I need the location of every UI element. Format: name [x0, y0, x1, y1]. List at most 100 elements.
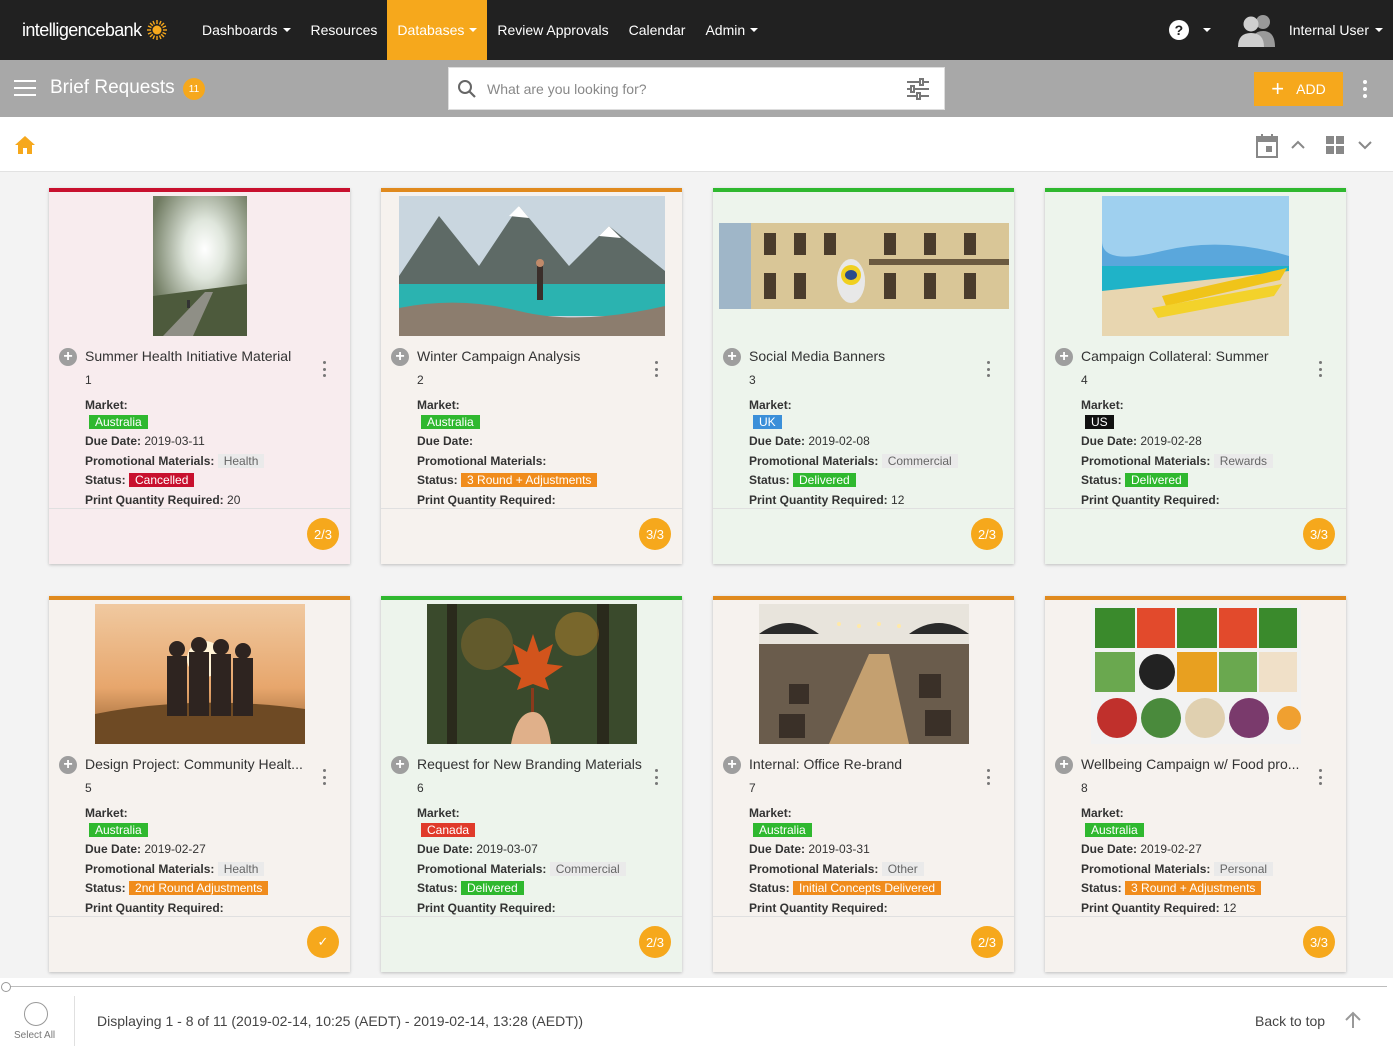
- card-more-icon[interactable]: [653, 769, 659, 785]
- more-vertical-icon[interactable]: [1362, 80, 1368, 98]
- card-more-icon[interactable]: [985, 361, 991, 377]
- field-label: Print Quantity Required:: [1081, 492, 1220, 507]
- card-title[interactable]: Social Media Banners: [749, 348, 985, 364]
- card-title[interactable]: Winter Campaign Analysis: [417, 348, 653, 364]
- search-icon[interactable]: [457, 79, 477, 99]
- market-tag: Australia: [753, 822, 812, 837]
- brief-card[interactable]: + Wellbeing Campaign w/ Food pro... 8 Marke…: [1045, 596, 1346, 972]
- chevron-down-icon[interactable]: [1357, 137, 1373, 153]
- card-more-icon[interactable]: [321, 361, 327, 377]
- footer: Select All Displaying 1 - 8 of 11 (2019-…: [0, 978, 1393, 1054]
- add-to-collection-icon[interactable]: +: [391, 756, 409, 774]
- brief-card[interactable]: + Summer Health Initiative Material 1 Marke…: [49, 188, 350, 564]
- card-thumbnail[interactable]: [713, 600, 1014, 748]
- add-button[interactable]: + ADD: [1254, 72, 1343, 106]
- card-title[interactable]: Request for New Branding Materials: [417, 756, 653, 772]
- brief-card[interactable]: + Social Media Banners 3 Market: UK Due Date:…: [713, 188, 1014, 564]
- card-thumbnail[interactable]: [713, 192, 1014, 340]
- help-icon[interactable]: ?: [1168, 20, 1189, 40]
- card-more-icon[interactable]: [1317, 769, 1323, 785]
- nav-item-dashboards[interactable]: Dashboards: [192, 0, 301, 60]
- card-thumbnail[interactable]: [381, 192, 682, 340]
- approval-progress-badge[interactable]: 3/3: [1303, 926, 1335, 958]
- approval-progress-badge[interactable]: 2/3: [307, 518, 339, 550]
- due-date-value: 2019-03-11: [144, 434, 205, 449]
- approval-progress-badge[interactable]: 3/3: [1303, 518, 1335, 550]
- field-label: Status:: [749, 881, 790, 896]
- grid-view-icon[interactable]: [1325, 135, 1345, 155]
- hamburger-menu-icon[interactable]: [14, 80, 36, 96]
- chevron-up-icon[interactable]: [1290, 137, 1306, 153]
- field-label: Due Date:: [85, 434, 142, 449]
- approval-progress-badge[interactable]: ✓: [307, 926, 339, 958]
- field-label: Due Date:: [749, 434, 806, 449]
- card-fields: Market: Australia Due Date: Promotional Ma…: [417, 396, 675, 511]
- back-to-top-link[interactable]: Back to top: [1255, 1013, 1325, 1029]
- add-to-collection-icon[interactable]: +: [723, 756, 741, 774]
- card-more-icon[interactable]: [1317, 361, 1323, 377]
- nav-item-databases[interactable]: Databases: [387, 0, 488, 60]
- card-thumbnail[interactable]: [1045, 192, 1346, 340]
- card-title[interactable]: Summer Health Initiative Material: [85, 348, 321, 364]
- brief-card[interactable]: + Campaign Collateral: Summer 4 Market: US Du…: [1045, 188, 1346, 564]
- scroll-slider-track[interactable]: [6, 986, 1387, 987]
- search-input[interactable]: [487, 80, 887, 97]
- help-caret-icon[interactable]: [1202, 28, 1211, 32]
- due-date-row: Due Date: 2019-02-27: [1081, 840, 1339, 860]
- card-more-icon[interactable]: [321, 769, 327, 785]
- nav-item-admin[interactable]: Admin: [695, 0, 768, 60]
- brief-card[interactable]: + Internal: Office Re-brand 7 Market: Austra…: [713, 596, 1014, 972]
- promo-row: Promotional Materials: Health: [85, 860, 343, 880]
- nav-item-calendar[interactable]: Calendar: [619, 0, 696, 60]
- card-title[interactable]: Wellbeing Campaign w/ Food pro...: [1081, 756, 1317, 772]
- approval-progress-badge[interactable]: 3/3: [639, 518, 671, 550]
- thumbnail-image: [1090, 604, 1301, 744]
- add-to-collection-icon[interactable]: +: [723, 348, 741, 366]
- card-fields: Market: Australia Due Date: 2019-03-11 Prom…: [85, 396, 343, 511]
- breadcrumb: [0, 117, 1393, 172]
- add-to-collection-icon[interactable]: +: [1055, 348, 1073, 366]
- scroll-slider-handle[interactable]: [1, 982, 11, 992]
- approval-progress-badge[interactable]: 2/3: [639, 926, 671, 958]
- nav-item-label: Resources: [310, 22, 378, 38]
- arrow-up-icon[interactable]: [1344, 1011, 1362, 1029]
- calendar-view-icon[interactable]: [1255, 133, 1279, 159]
- promo-tag: Commercial: [549, 861, 626, 876]
- brief-card[interactable]: + Request for New Branding Materials 6 Mark…: [381, 596, 682, 972]
- field-label: Print Quantity Required:: [1081, 900, 1220, 915]
- thumbnail-image: [94, 604, 305, 744]
- due-date-value: 2019-02-27: [1140, 842, 1202, 857]
- page-toolbar: Brief Requests 11 + ADD: [0, 60, 1393, 117]
- card-thumbnail[interactable]: [1045, 600, 1346, 748]
- card-more-icon[interactable]: [653, 361, 659, 377]
- due-date-row: Due Date: 2019-02-27: [85, 840, 343, 860]
- card-thumbnail[interactable]: [49, 192, 350, 340]
- home-icon[interactable]: [14, 135, 36, 155]
- approval-progress-badge[interactable]: 2/3: [971, 518, 1003, 550]
- card-thumbnail[interactable]: [381, 600, 682, 748]
- approval-progress-badge[interactable]: 2/3: [971, 926, 1003, 958]
- nav-item-review-approvals[interactable]: Review Approvals: [487, 0, 618, 60]
- card-more-icon[interactable]: [985, 769, 991, 785]
- plus-icon: +: [1271, 76, 1285, 101]
- brief-card[interactable]: + Design Project: Community Healt... 5 Mark…: [49, 596, 350, 972]
- card-title[interactable]: Internal: Office Re-brand: [749, 756, 985, 772]
- card-title[interactable]: Design Project: Community Healt...: [85, 756, 321, 772]
- add-to-collection-icon[interactable]: +: [59, 348, 77, 366]
- card-title[interactable]: Campaign Collateral: Summer: [1081, 348, 1317, 364]
- market-value-row: Australia: [89, 821, 343, 841]
- card-thumbnail[interactable]: [49, 600, 350, 748]
- user-menu[interactable]: Internal User: [1289, 22, 1383, 38]
- logo[interactable]: intelligencebank: [22, 18, 168, 42]
- add-to-collection-icon[interactable]: +: [1055, 756, 1073, 774]
- user-avatar-icon[interactable]: [1237, 13, 1277, 47]
- select-all-checkbox[interactable]: [24, 1002, 48, 1026]
- market-tag: US: [1085, 414, 1114, 429]
- filter-sliders-icon[interactable]: [906, 78, 930, 100]
- market-tag: Canada: [421, 822, 476, 837]
- display-range-text: Displaying 1 - 8 of 11 (2019-02-14, 10:2…: [97, 1013, 584, 1029]
- nav-item-resources[interactable]: Resources: [301, 0, 388, 60]
- brief-card[interactable]: + Winter Campaign Analysis 2 Market: Austral…: [381, 188, 682, 564]
- add-to-collection-icon[interactable]: +: [391, 348, 409, 366]
- add-to-collection-icon[interactable]: +: [59, 756, 77, 774]
